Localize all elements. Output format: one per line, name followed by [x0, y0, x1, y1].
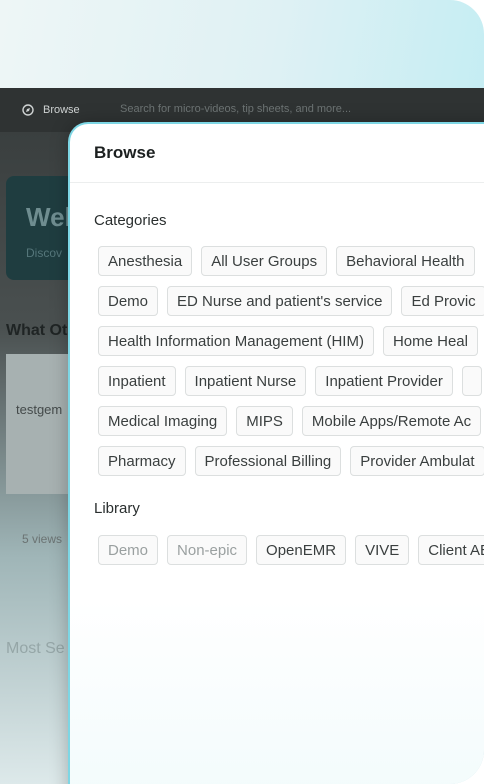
hero-subtitle: Discov — [26, 246, 63, 260]
card-views: 5 views — [22, 532, 63, 546]
card-title: testgem — [16, 402, 63, 417]
section-title: What Ot — [6, 322, 68, 339]
category-row: Health Information Management (HIM) Home… — [98, 326, 478, 356]
library-label: Library — [94, 500, 140, 517]
library-chip[interactable]: Client AE — [418, 535, 484, 565]
modal-title: Browse — [94, 143, 156, 162]
library-row: Demo Non-epic OpenEMR VIVE Client AE — [98, 535, 484, 565]
category-chip[interactable]: Anesthesia — [98, 246, 193, 276]
category-chip[interactable]: Inpatient Nurse — [184, 366, 307, 396]
category-chip[interactable]: Mobile Apps/Remote Ac — [301, 406, 482, 436]
search-input[interactable]: Search for micro-videos, tip sheets, and… — [120, 103, 351, 115]
category-chip-partial[interactable] — [461, 366, 482, 396]
modal-header: Browse — [70, 124, 484, 183]
category-chip[interactable]: Home Heal — [382, 326, 478, 356]
library-chip[interactable]: Demo — [98, 535, 159, 565]
compass-icon — [22, 104, 34, 116]
category-row: Pharmacy Professional Billing Provider A… — [98, 446, 484, 476]
category-row: Medical Imaging MIPS Mobile Apps/Remote … — [98, 406, 482, 436]
category-row: Anesthesia All User Groups Behavioral He… — [98, 246, 475, 276]
category-chip[interactable]: Inpatient Provider — [315, 366, 453, 396]
category-chip[interactable]: All User Groups — [201, 246, 328, 276]
browse-modal: Browse Categories Anesthesia All User Gr… — [68, 122, 484, 784]
device-frame: Browse Search for micro-videos, tip shee… — [0, 0, 484, 784]
browse-nav-link[interactable]: Browse — [22, 104, 80, 116]
category-chip[interactable]: Professional Billing — [194, 446, 342, 476]
category-chip[interactable]: Pharmacy — [98, 446, 186, 476]
categories-label: Categories — [94, 212, 167, 229]
category-chip[interactable]: Demo — [98, 286, 159, 316]
category-chip[interactable]: MIPS — [236, 406, 293, 436]
category-chip[interactable]: Behavioral Health — [336, 246, 475, 276]
category-chip[interactable]: Medical Imaging — [98, 406, 228, 436]
browse-nav-label: Browse — [43, 104, 80, 116]
category-chip[interactable]: ED Nurse and patient's service — [167, 286, 393, 316]
category-row: Demo ED Nurse and patient's service Ed P… — [98, 286, 484, 316]
category-chip[interactable]: Inpatient — [98, 366, 176, 396]
library-chip[interactable]: OpenEMR — [256, 535, 347, 565]
category-row: Inpatient Inpatient Nurse Inpatient Prov… — [98, 366, 482, 396]
library-chip[interactable]: VIVE — [355, 535, 410, 565]
hero-title: Wel — [26, 202, 72, 232]
category-chip[interactable]: Ed Provic — [401, 286, 484, 316]
section-title-secondary: Most Se — [6, 640, 65, 657]
library-chip[interactable]: Non-epic — [167, 535, 248, 565]
category-chip[interactable]: Provider Ambulat — [350, 446, 484, 476]
category-chip[interactable]: Health Information Management (HIM) — [98, 326, 374, 356]
